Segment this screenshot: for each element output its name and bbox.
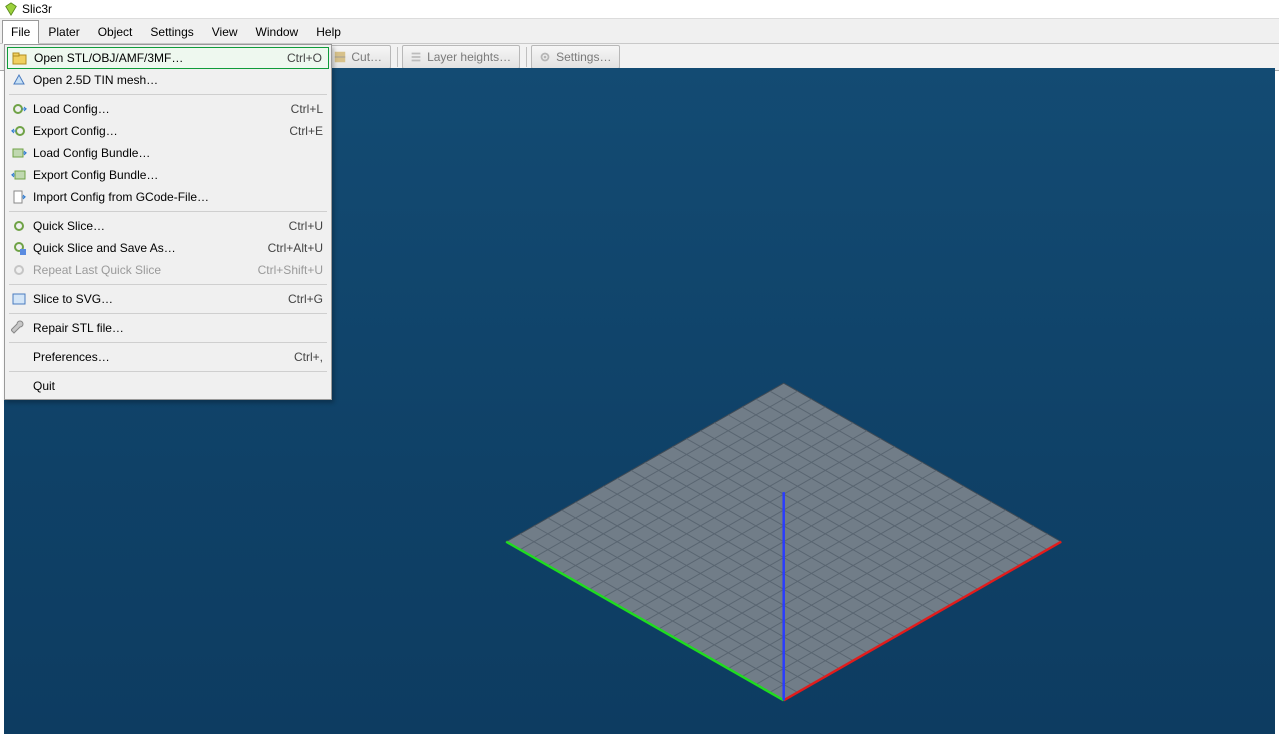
wrench-icon (11, 320, 27, 336)
toolbar-sep (397, 47, 398, 67)
menu-file[interactable]: File (2, 20, 39, 44)
menu-accel: Ctrl+E (289, 124, 323, 138)
menu-help[interactable]: Help (307, 20, 350, 44)
menu-separator (9, 342, 327, 343)
menu-load-bundle[interactable]: Load Config Bundle… (7, 142, 329, 164)
obj-settings-label: Settings… (556, 50, 611, 64)
open-icon (12, 51, 28, 67)
menu-separator (9, 94, 327, 95)
bundle-out-icon (11, 167, 27, 183)
menu-label: Repeat Last Quick Slice (33, 263, 161, 277)
menu-label: Load Config… (33, 102, 110, 116)
window-titlebar: Slic3r (0, 0, 1279, 19)
menu-import-gcode[interactable]: Import Config from GCode-File… (7, 186, 329, 208)
menu-label: Export Config… (33, 124, 118, 138)
menu-label: Export Config Bundle… (33, 168, 158, 182)
layer-heights-label: Layer heights… (427, 50, 511, 64)
menu-accel: Ctrl+L (291, 102, 323, 116)
gear-disabled-icon (11, 262, 27, 278)
menu-accel: Ctrl+, (294, 350, 323, 364)
menu-view[interactable]: View (203, 20, 247, 44)
menu-label: Quick Slice… (33, 219, 105, 233)
menu-label: Quit (33, 379, 55, 393)
gear-out-icon (11, 123, 27, 139)
menu-label: Open 2.5D TIN mesh… (33, 73, 158, 87)
cut-label: Cut… (351, 50, 382, 64)
menu-repair-stl[interactable]: Repair STL file… (7, 317, 329, 339)
menu-quit[interactable]: Quit (7, 375, 329, 397)
menu-label: Repair STL file… (33, 321, 124, 335)
menu-object[interactable]: Object (89, 20, 142, 44)
menu-label: Import Config from GCode-File… (33, 190, 209, 204)
menu-accel: Ctrl+Shift+U (258, 263, 323, 277)
menu-separator (9, 313, 327, 314)
window-title: Slic3r (22, 0, 52, 18)
menu-accel: Ctrl+Alt+U (268, 241, 323, 255)
gear-save-icon (11, 240, 27, 256)
menu-settings[interactable]: Settings (141, 20, 202, 44)
menu-separator (9, 211, 327, 212)
menu-open-25d[interactable]: Open 2.5D TIN mesh… (7, 69, 329, 91)
menu-accel: Ctrl+G (288, 292, 323, 306)
gear-icon (538, 50, 552, 64)
menu-label: Quick Slice and Save As… (33, 241, 176, 255)
gear-in-icon (11, 101, 27, 117)
gcode-icon (11, 189, 27, 205)
mesh-icon (11, 72, 27, 88)
menu-plater[interactable]: Plater (39, 20, 88, 44)
app-icon (4, 2, 18, 16)
menu-quick-slice-save[interactable]: Quick Slice and Save As… Ctrl+Alt+U (7, 237, 329, 259)
menu-repeat-quick-slice: Repeat Last Quick Slice Ctrl+Shift+U (7, 259, 329, 281)
svg-icon (11, 291, 27, 307)
menu-separator (9, 284, 327, 285)
menu-preferences[interactable]: Preferences… Ctrl+, (7, 346, 329, 368)
menu-export-config[interactable]: Export Config… Ctrl+E (7, 120, 329, 142)
menu-slice-svg[interactable]: Slice to SVG… Ctrl+G (7, 288, 329, 310)
cut-icon (333, 50, 347, 64)
menu-label: Slice to SVG… (33, 292, 113, 306)
bundle-in-icon (11, 145, 27, 161)
obj-settings-button[interactable]: Settings… (531, 45, 620, 69)
menu-accel: Ctrl+O (287, 51, 322, 65)
menu-accel: Ctrl+U (289, 219, 323, 233)
toolbar-sep (526, 47, 527, 67)
menu-separator (9, 371, 327, 372)
menu-load-config[interactable]: Load Config… Ctrl+L (7, 98, 329, 120)
menubar: File Plater Object Settings View Window … (0, 19, 1279, 44)
layers-icon (409, 50, 423, 64)
file-menu-dropdown: Open STL/OBJ/AMF/3MF… Ctrl+O Open 2.5D T… (4, 44, 332, 400)
cut-button[interactable]: Cut… (326, 45, 391, 69)
menu-open-stl[interactable]: Open STL/OBJ/AMF/3MF… Ctrl+O (7, 47, 329, 69)
menu-label: Preferences… (33, 350, 110, 364)
menu-window[interactable]: Window (247, 20, 308, 44)
menu-label: Load Config Bundle… (33, 146, 150, 160)
menu-label: Open STL/OBJ/AMF/3MF… (34, 51, 183, 65)
layer-heights-button[interactable]: Layer heights… (402, 45, 520, 69)
menu-export-bundle[interactable]: Export Config Bundle… (7, 164, 329, 186)
gear-icon (11, 218, 27, 234)
menu-quick-slice[interactable]: Quick Slice… Ctrl+U (7, 215, 329, 237)
